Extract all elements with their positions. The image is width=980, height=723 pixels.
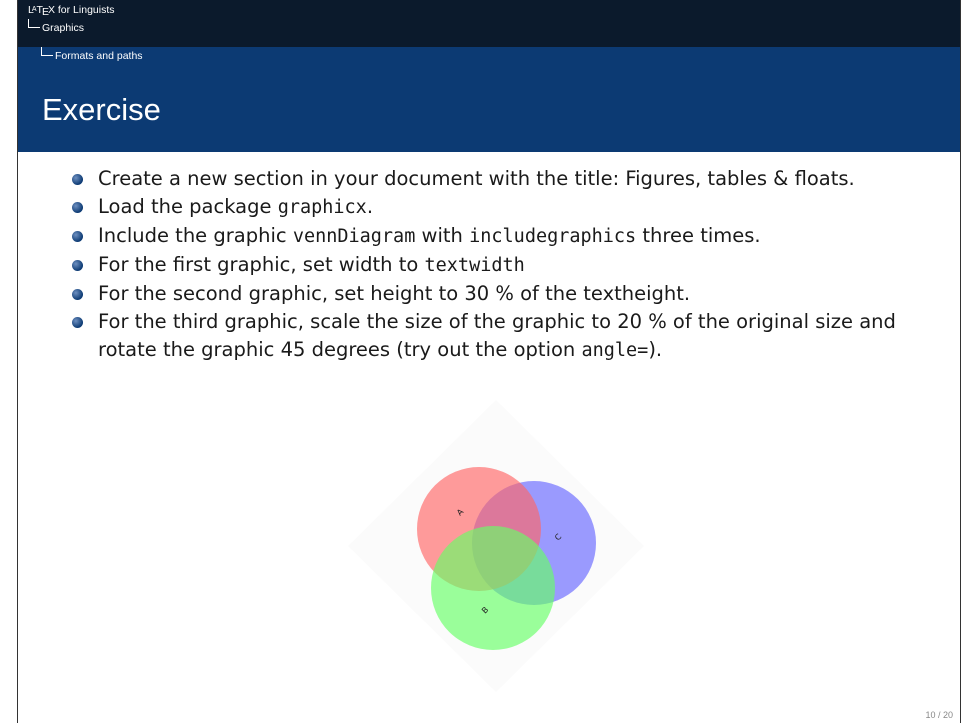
list-item: Load the package graphicx. [72, 193, 952, 222]
title-bar: Formats and paths Exercise [18, 47, 960, 152]
bullet-icon [72, 174, 83, 185]
breadcrumb-subsection: Formats and paths [28, 47, 143, 63]
list-item: For the second graphic, set height to 30… [72, 280, 952, 308]
list-item: For the third graphic, scale the size of… [72, 308, 952, 365]
bullet-icon [72, 231, 83, 242]
breadcrumb: LATEX for Linguists Graphics [18, 0, 960, 47]
bullet-icon [72, 317, 83, 328]
exercise-list: Create a new section in your document wi… [72, 165, 952, 365]
bullet-icon [72, 202, 83, 213]
breadcrumb-section: Graphics [28, 19, 960, 35]
page-number: 10 / 20 [925, 710, 953, 720]
venn-circle-b [431, 526, 555, 650]
list-item: Create a new section in your document wi… [72, 165, 952, 193]
bullet-icon [72, 260, 83, 271]
list-item: Include the graphic vennDiagram with inc… [72, 222, 952, 251]
venn-diagram: A C B [348, 400, 644, 692]
breadcrumb-title: LATEX for Linguists [28, 4, 115, 18]
list-item: For the first graphic, set width to text… [72, 251, 952, 280]
bullet-icon [72, 289, 83, 300]
slide-header: LATEX for Linguists Graphics Formats and… [18, 0, 960, 152]
page-title: Exercise [42, 92, 161, 127]
